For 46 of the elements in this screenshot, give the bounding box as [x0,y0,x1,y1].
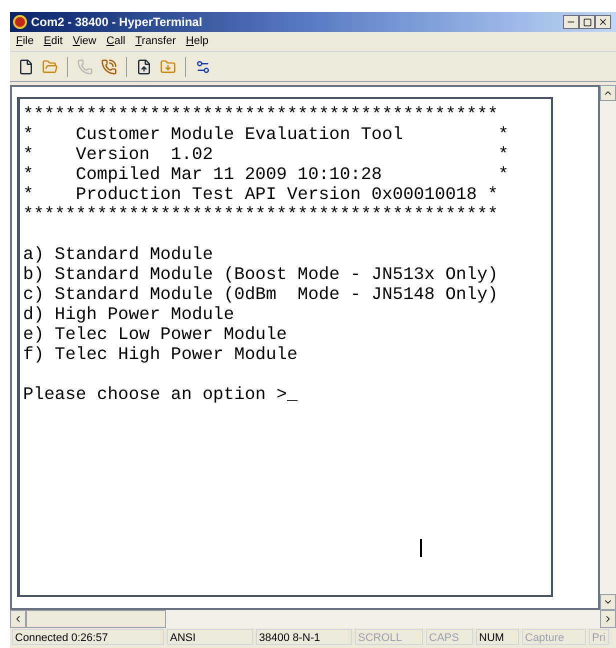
terminal-line: b) Standard Module (Boost Mode - JN513x Only) [23,265,498,285]
maximize-button[interactable] [579,15,595,29]
menu-item[interactable]: Call [106,33,126,50]
phone-call-icon [101,58,117,74]
scrollbar-thumb[interactable] [26,610,166,628]
phone-icon [77,58,93,74]
menu-item[interactable]: Transfer [135,33,176,50]
terminal-line: d) High Power Module [23,305,234,325]
terminal-line: c) Standard Module (0dBm Mode - JN5148 Only) [23,285,498,305]
menu-item[interactable]: View [72,33,96,50]
terminal-line: Please choose an option >_ [23,385,298,405]
terminal-line: * Customer Module Evaluation Tool * [23,125,509,145]
status-panel: Capture [522,629,586,645]
close-button[interactable] [595,15,611,29]
close-icon [598,17,608,27]
status-panel: CAPS [426,629,473,645]
properties-icon [195,58,211,74]
menu-item[interactable]: Help [186,33,209,50]
folder-receive-icon [160,58,176,74]
status-panel: ANSI [167,629,253,645]
status-panel: Connected 0:26:57 [12,629,164,645]
menu-item[interactable]: Edit [44,33,63,50]
status-panel: Pri [589,629,609,645]
terminal-line: ********************************************* [23,105,498,125]
status-panel: NUM [476,629,519,645]
terminal-line: a) Standard Module [23,245,214,265]
app-icon [13,15,27,29]
scroll-up-button[interactable] [600,85,616,101]
status-panel: 38400 8-N-1 [256,629,352,645]
terminal-line: * Production Test API Version 0x00010018 * [23,185,498,205]
file-send-icon [136,58,152,74]
new-file-icon [18,58,34,74]
terminal-line: ********************************************* [23,205,498,225]
menu-item[interactable]: File [16,33,34,50]
maximize-icon [582,18,592,26]
phone-call-button[interactable] [99,56,119,76]
terminal-line: * Version 1.02 * [23,145,509,165]
minimize-button[interactable] [563,15,579,29]
terminal-line: e) Telec Low Power Module [23,325,287,345]
terminal-line: f) Telec High Power Module [23,345,298,365]
status-panel: SCROLL [355,629,423,645]
text-cursor-icon [420,539,422,557]
open-folder-icon [42,58,58,74]
scroll-down-button[interactable] [600,594,616,610]
terminal-line: * Compiled Mar 11 2009 10:10:28 * [23,165,509,185]
window-title: Com2 - 38400 - HyperTerminal [31,14,202,31]
